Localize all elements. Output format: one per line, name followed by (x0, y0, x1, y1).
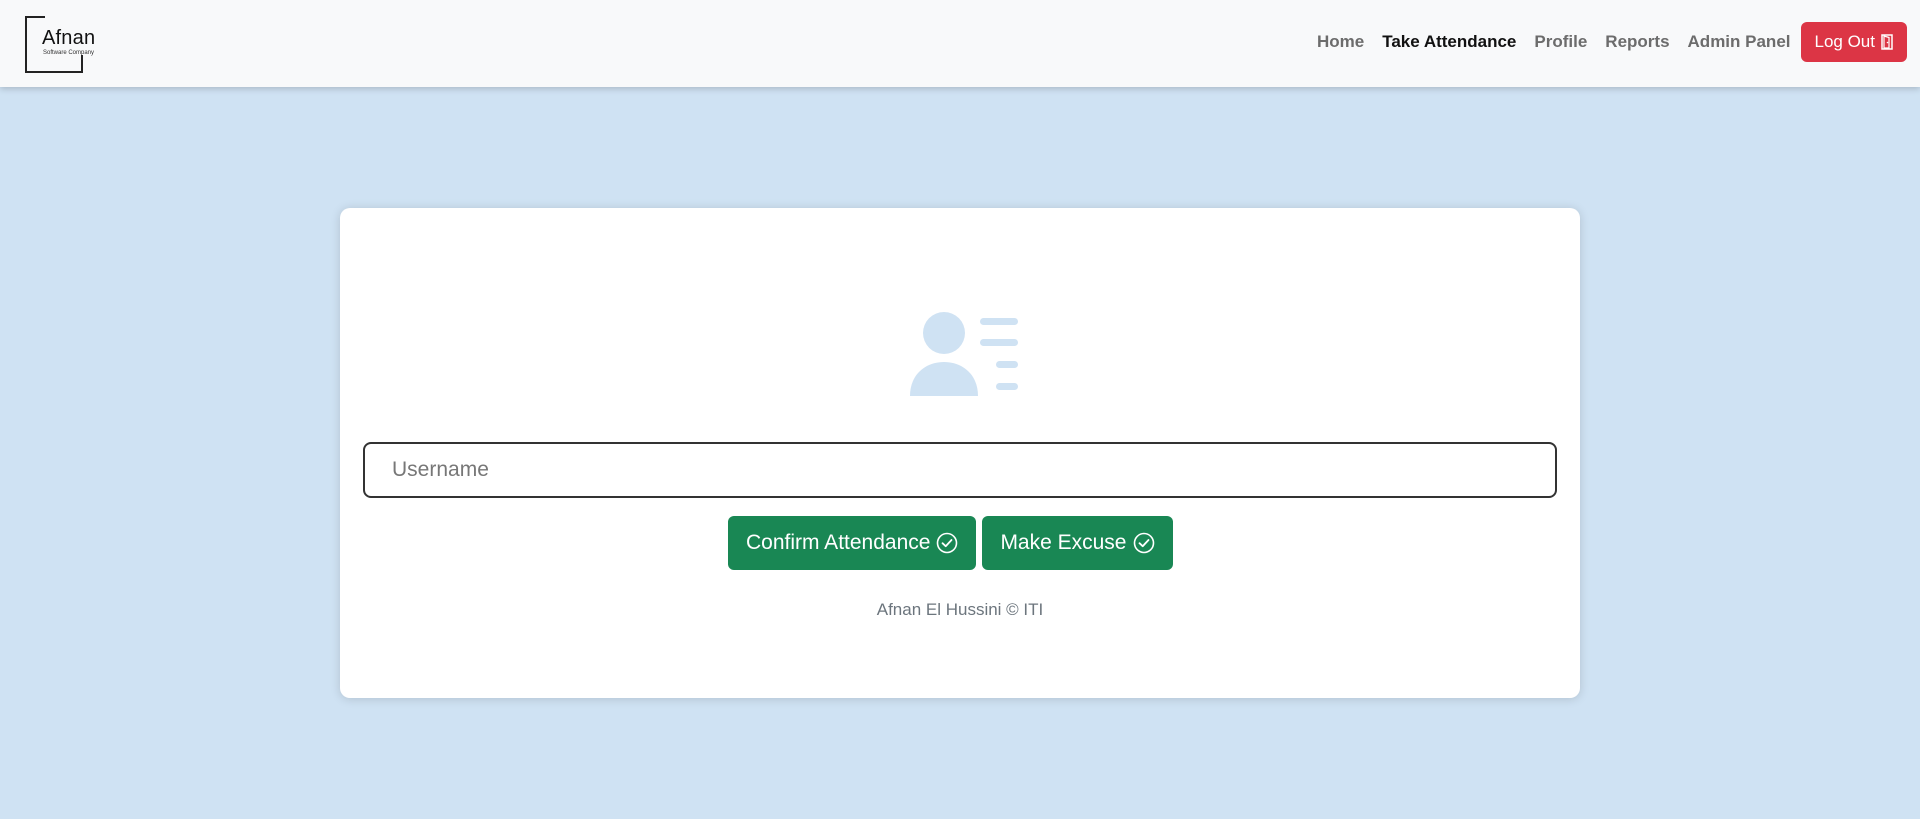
check-circle-icon (1133, 532, 1155, 554)
user-list-icon (902, 310, 1022, 400)
nav-link-home[interactable]: Home (1308, 32, 1373, 52)
confirm-attendance-label: Confirm Attendance (746, 531, 931, 554)
nav-link-profile[interactable]: Profile (1525, 32, 1596, 52)
brand-logo[interactable]: Afnan Software Company (25, 16, 95, 73)
nav-links: Home Take Attendance Profile Reports Adm… (1308, 22, 1907, 62)
logout-label: Log Out (1814, 32, 1876, 51)
navbar: Afnan Software Company Home Take Attenda… (0, 0, 1920, 87)
door-icon (1881, 34, 1893, 50)
nav-link-admin-panel[interactable]: Admin Panel (1679, 32, 1800, 52)
username-input[interactable] (363, 442, 1557, 498)
nav-link-reports[interactable]: Reports (1596, 32, 1678, 52)
brand-name: Afnan (42, 27, 96, 49)
make-excuse-label: Make Excuse (1000, 531, 1127, 554)
footer-credit: Afnan El Hussini © ITI (876, 600, 1044, 619)
action-buttons: Confirm Attendance Make Excuse (728, 516, 1173, 570)
confirm-attendance-button[interactable]: Confirm Attendance (728, 516, 977, 570)
attendance-card: Confirm Attendance Make Excuse Afnan El … (340, 208, 1580, 698)
logout-button[interactable]: Log Out (1800, 22, 1907, 62)
brand-tagline: Software Company (43, 50, 95, 56)
make-excuse-button[interactable]: Make Excuse (982, 516, 1173, 570)
nav-link-take-attendance[interactable]: Take Attendance (1373, 32, 1525, 52)
check-circle-icon (936, 532, 958, 554)
